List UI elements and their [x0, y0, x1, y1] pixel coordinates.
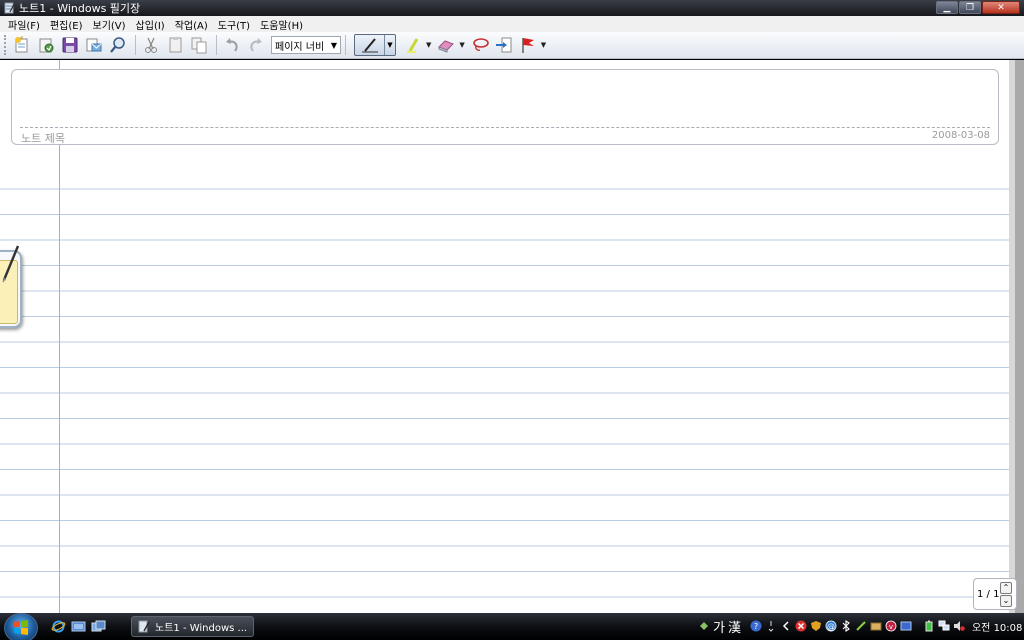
journal-app-icon [138, 620, 150, 633]
quick-launch [50, 618, 106, 634]
switch-windows-icon[interactable] [90, 618, 106, 634]
taskbar-item-journal[interactable]: 노트1 - Windows ... [131, 616, 254, 637]
menu-insert[interactable]: 삽입(I) [131, 17, 170, 32]
menu-edit[interactable]: 편집(E) [45, 17, 88, 32]
page-navigator: 1 / 1 ⌃ ⌄ [973, 578, 1017, 610]
chevron-left-icon[interactable] [780, 620, 792, 632]
paste-icon[interactable] [188, 34, 210, 56]
next-page-icon[interactable]: ⌄ [1000, 594, 1012, 607]
journal-app-icon [3, 2, 15, 14]
pen-tool-button[interactable]: ▼ [354, 34, 396, 56]
taskbar-item-label: 노트1 - Windows ... [155, 623, 248, 634]
save-icon[interactable] [59, 34, 81, 56]
system-tray: 가 漢 ? @ v 오전 10:08 [698, 616, 1022, 636]
toolbar-separator [135, 35, 136, 55]
highlighter-icon[interactable] [402, 34, 424, 56]
toolbar: 페이지 너비 ▼ ▼ ▼ ▼ ▼ [0, 32, 1024, 59]
bluetooth-icon[interactable] [840, 620, 852, 632]
help-icon[interactable]: ? [750, 620, 762, 632]
chevron-down-icon: ▼ [330, 40, 337, 50]
zoom-value: 페이지 너비 [275, 41, 325, 53]
display-icon[interactable] [900, 620, 912, 632]
redo-icon[interactable] [245, 34, 267, 56]
pen-flicks-icon[interactable] [855, 620, 867, 632]
open-icon[interactable] [35, 34, 57, 56]
undo-icon[interactable] [221, 34, 243, 56]
cut-icon[interactable] [140, 34, 162, 56]
system-clock[interactable]: 오전 10:08 [972, 619, 1022, 634]
title-bar[interactable]: 노트1 - Windows 필기장 ▁ ❐ ✕ [0, 0, 1024, 16]
maximize-button[interactable]: ❐ [959, 1, 981, 14]
page-count: 1 / 1 [977, 588, 1000, 600]
minimize-button[interactable]: ▁ [936, 1, 958, 14]
menu-tools[interactable]: 도구(T) [213, 17, 255, 32]
pen-icon[interactable] [355, 35, 385, 55]
start-button[interactable] [4, 613, 38, 640]
close-button[interactable]: ✕ [982, 1, 1020, 14]
show-desktop-icon[interactable] [70, 618, 86, 634]
note-title-area[interactable]: 노트 제목 2008-03-08 [11, 69, 999, 145]
flag-icon[interactable] [517, 34, 539, 56]
title-underline [20, 127, 990, 128]
eraser-dropdown-arrow[interactable]: ▼ [459, 41, 464, 49]
svg-text:v: v [889, 623, 893, 631]
language-options-icon[interactable] [765, 620, 777, 632]
highlighter-dropdown-arrow[interactable]: ▼ [426, 41, 431, 49]
pen-dropdown-arrow[interactable]: ▼ [385, 35, 395, 55]
menu-bar: 파일(F) 편집(E) 보기(V) 삽입(I) 작업(A) 도구(T) 도움말(… [0, 16, 1024, 32]
ime-hangul-toggle[interactable]: 가 [713, 617, 725, 636]
security-alert-icon[interactable] [795, 620, 807, 632]
language-bar-icon[interactable] [698, 620, 710, 632]
shield-icon[interactable] [810, 620, 822, 632]
send-mail-icon[interactable] [83, 34, 105, 56]
menu-file[interactable]: 파일(F) [3, 17, 45, 32]
toolbar-separator [345, 35, 346, 55]
svg-text:@: @ [827, 622, 835, 631]
menu-help[interactable]: 도움말(H) [255, 17, 308, 32]
network-icon[interactable] [938, 620, 950, 632]
network-globe-icon[interactable]: @ [825, 620, 837, 632]
battery-icon[interactable] [923, 620, 935, 632]
volume-muted-icon[interactable] [953, 620, 965, 632]
stylus-icon [2, 245, 20, 283]
tablet-icon[interactable] [870, 620, 882, 632]
menu-view[interactable]: 보기(V) [88, 17, 131, 32]
note-title-placeholder[interactable]: 노트 제목 [21, 130, 65, 146]
taskbar: 노트1 - Windows ... 가 漢 ? @ v 오전 10:08 [0, 613, 1024, 640]
zoom-dropdown[interactable]: 페이지 너비 ▼ [271, 36, 341, 54]
previous-page-icon[interactable]: ⌃ [1000, 581, 1012, 594]
flag-dropdown-arrow[interactable]: ▼ [541, 41, 546, 49]
toolbar-separator [216, 35, 217, 55]
menu-actions[interactable]: 작업(A) [170, 17, 213, 32]
note-date: 2008-03-08 [931, 130, 990, 141]
ime-hanja-toggle[interactable]: 漢 [728, 617, 741, 636]
copy-icon[interactable] [164, 34, 186, 56]
window-title: 노트1 - Windows 필기장 [19, 2, 141, 15]
new-note-icon[interactable] [11, 34, 33, 56]
note-page[interactable]: 노트 제목 2008-03-08 [0, 60, 1009, 613]
svg-text:?: ? [754, 622, 758, 631]
insert-space-icon[interactable] [493, 34, 515, 56]
internet-explorer-icon[interactable] [50, 618, 66, 634]
eraser-icon[interactable] [435, 34, 457, 56]
lasso-icon[interactable] [469, 34, 491, 56]
windows-logo-icon [14, 620, 28, 635]
antivirus-icon[interactable]: v [885, 620, 897, 632]
find-icon[interactable] [107, 34, 129, 56]
vertical-scrollbar[interactable] [1009, 60, 1024, 613]
toolbar-grip[interactable] [4, 35, 7, 55]
